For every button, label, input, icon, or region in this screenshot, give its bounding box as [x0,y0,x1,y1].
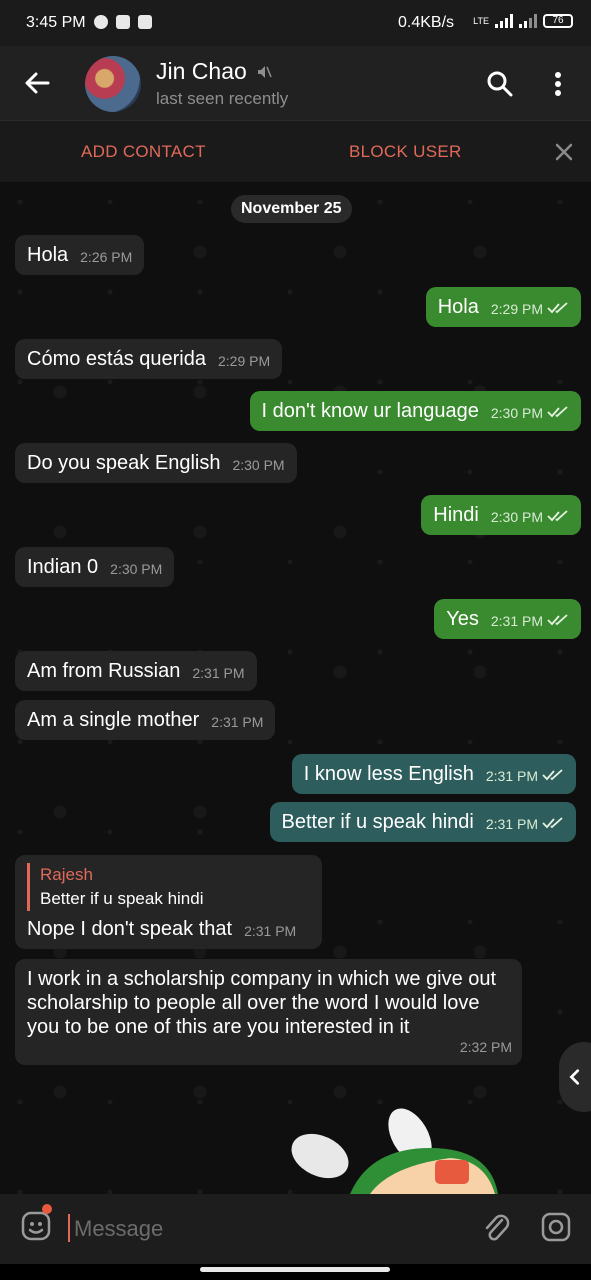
chat-area[interactable]: November 25 Hola 2:26 PM Hola 2:29 PM Cómo… [0,182,591,1194]
message-incoming[interactable]: Hola 2:26 PM [15,235,145,275]
message-text: I work in a scholarship company in which… [27,968,497,1038]
message-text: Nope I don't speak that [27,918,233,940]
last-seen-status: last seen recently [156,89,289,108]
message-text: I know less English [303,763,474,785]
message-incoming[interactable]: Do you speak English 2:30 PM [15,443,297,483]
net-speed: 0.4KB/s [398,14,455,31]
sticker-image[interactable] [280,1108,500,1194]
reply-quote[interactable]: Rajesh Better if u speak hindi [27,863,310,911]
camera-icon[interactable] [540,1212,572,1242]
status-time: 3:45 PM [26,14,86,31]
signal-icon [495,14,513,28]
signal-icon-2 [519,14,537,28]
battery-icon: 76 [543,14,573,28]
message-incoming-reply[interactable]: Rajesh Better if u speak hindi Nope I do… [15,855,322,949]
block-user-button[interactable]: BLOCK USER [349,142,462,162]
message-outgoing[interactable]: Better if u speak hindi 2:31 PM [269,802,576,842]
contact-name[interactable]: Jin Chao [156,58,247,85]
notification-icon [94,15,108,29]
scroll-down-button[interactable] [559,1042,591,1112]
message-time: 2:31 PM [244,923,297,939]
avatar[interactable] [85,56,141,112]
home-indicator[interactable] [200,1267,390,1272]
text-cursor [68,1214,70,1242]
reply-author: Rajesh [40,865,93,884]
message-time: 2:30 PM [232,457,285,473]
search-icon[interactable] [486,70,514,98]
lte-label: LTE [473,16,489,26]
more-options-icon[interactable] [548,70,568,98]
attach-icon[interactable] [482,1212,510,1242]
message-outgoing[interactable]: Hindi 2:30 PM [421,495,581,535]
read-ticks-icon [542,769,563,781]
message-text: I don't know ur language [261,400,479,422]
message-outgoing[interactable]: I don't know ur language 2:30 PM [249,391,581,431]
close-icon[interactable] [553,141,575,163]
message-text: Am a single mother [27,709,200,731]
message-text: Am from Russian [27,660,181,682]
read-ticks-icon [547,406,568,418]
message-notification-icon [116,15,130,29]
message-time: 2:31 PM [485,768,538,784]
muted-icon [258,66,272,78]
message-time: 2:31 PM [490,613,543,629]
message-text: Cómo estás querida [27,348,206,370]
reply-text: Better if u speak hindi [40,889,204,908]
message-time: 2:30 PM [490,509,543,525]
notification-dot [42,1204,52,1214]
chevron-left-icon [569,1069,580,1085]
message-text: Hola [437,296,479,318]
message-text: Better if u speak hindi [281,811,474,833]
message-incoming[interactable]: Am a single mother 2:31 PM [15,700,276,740]
message-outgoing[interactable]: I know less English 2:31 PM [291,754,576,794]
add-contact-button[interactable]: ADD CONTACT [81,142,206,162]
message-incoming[interactable]: Cómo estás querida 2:29 PM [15,339,283,379]
message-incoming[interactable]: Am from Russian 2:31 PM [15,651,257,691]
emoji-sticker-icon[interactable] [20,1210,52,1242]
message-composer [0,1194,591,1264]
notification-icons [94,15,152,29]
message-time: 2:32 PM [459,1039,512,1055]
message-incoming[interactable]: I work in a scholarship company in which… [15,959,522,1065]
back-arrow-icon[interactable] [22,68,52,98]
message-time: 2:31 PM [192,665,245,681]
read-ticks-icon [542,817,563,829]
read-ticks-icon [547,302,568,314]
message-text: Yes [446,608,479,630]
message-text: Hindi [433,504,479,526]
message-time: 2:29 PM [217,353,271,369]
message-outgoing[interactable]: Hola 2:29 PM [425,287,581,327]
message-time: 2:26 PM [80,249,133,265]
message-text: Indian 0 [27,556,99,578]
message-time: 2:30 PM [490,405,543,421]
contact-action-bar: ADD CONTACT BLOCK USER [0,120,591,183]
read-ticks-icon [547,510,568,522]
read-ticks-icon [547,614,568,626]
message-time: 2:29 PM [490,301,543,317]
message-incoming[interactable]: Indian 0 2:30 PM [15,547,175,587]
message-text: Hola [27,244,69,266]
message-time: 2:31 PM [211,714,264,730]
chat-header: Jin Chao last seen recently [0,46,591,120]
message-time: 2:31 PM [485,816,538,832]
calendar-notification-icon [138,15,152,29]
status-bar: 3:45 PM 0.4KB/s LTE 76 [0,0,591,46]
message-text: Do you speak English [27,452,221,474]
date-separator: November 25 [231,195,352,223]
message-input[interactable] [72,1212,456,1246]
message-time: 2:30 PM [110,561,163,577]
message-outgoing[interactable]: Yes 2:31 PM [434,599,581,639]
